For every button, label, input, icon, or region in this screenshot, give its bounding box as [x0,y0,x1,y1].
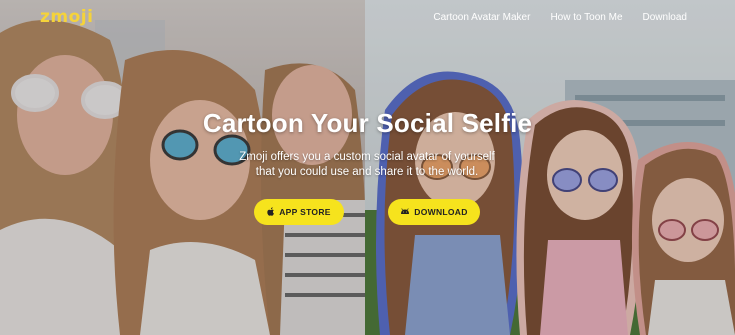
navbar: zmoji Cartoon Avatar Maker How to Toon M… [0,0,735,36]
download-button[interactable]: DOWNLOAD [388,199,480,225]
app-store-button[interactable]: APP STORE [254,199,344,225]
apple-icon [267,206,275,218]
nav-links: Cartoon Avatar Maker How to Toon Me Down… [433,12,687,23]
nav-link-download[interactable]: Download [643,12,687,23]
nav-link-cartoon-avatar-maker[interactable]: Cartoon Avatar Maker [433,12,530,23]
zmoji-logo[interactable]: zmoji [40,7,93,27]
android-icon [400,207,410,217]
download-label: DOWNLOAD [414,207,468,217]
hero-title: Cartoon Your Social Selfie [202,108,533,138]
hero-subtitle: Zmoji offers you a custom social avatar … [217,150,517,180]
nav-link-how-to-toon-me[interactable]: How to Toon Me [550,12,622,23]
hero-subtitle-line-2: that you could use and share it to the w… [255,166,479,178]
app-store-label: APP STORE [279,207,331,217]
hero-subtitle-line-1: Zmoji offers you a custom social avatar … [239,151,495,163]
